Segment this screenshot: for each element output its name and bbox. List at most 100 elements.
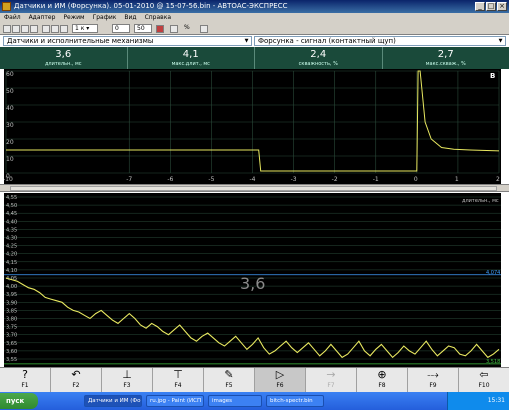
y-tick-label: 4,25 (6, 244, 17, 250)
fkey-label: F5 (225, 382, 233, 389)
chart-icon[interactable] (170, 25, 178, 33)
title-bar: Датчики и ИМ (Форсунка). 05-01-2010 @ 15… (0, 0, 509, 13)
readout-max-duration: 4,1 макс.длит., мс (128, 47, 255, 69)
question-icon: ? (22, 368, 28, 381)
readout-panel: 3,6 длительн., мс 4,1 макс.длит., мс 2,4… (0, 47, 509, 69)
fkey-label: F4 (174, 382, 182, 389)
count-field[interactable]: 50 (134, 24, 152, 33)
app-icon (2, 2, 11, 11)
scrollbar-thumb[interactable] (10, 186, 497, 191)
chevron-down-icon[interactable]: ▼ (497, 38, 504, 44)
time-scrollbar[interactable] (0, 184, 509, 192)
task-button[interactable]: bitch-spectr.bin (266, 395, 324, 407)
y-tick-label: 60 (6, 71, 14, 78)
x-tick-label: 1 (455, 176, 459, 183)
category-select[interactable]: Датчики и исполнительные механизмы ▼ (3, 36, 252, 46)
x-tick-label: -1 (373, 176, 379, 183)
x-tick-label: -6 (167, 176, 173, 183)
f2-trace-button[interactable]: ↶ F2 (51, 368, 102, 392)
menu-view[interactable]: Вид (120, 13, 140, 23)
x-tick-label: -3 (291, 176, 297, 183)
y-tick-label: 50 (6, 88, 14, 95)
settings-icon[interactable] (200, 25, 208, 33)
close-button[interactable]: × (497, 2, 507, 11)
fkey-label: F2 (72, 382, 80, 389)
y-tick-label: 30 (6, 122, 14, 129)
x-tick-label: 2 (496, 176, 500, 183)
print-icon[interactable] (30, 25, 38, 33)
new-icon[interactable] (3, 25, 11, 33)
f1-help-button[interactable]: ? F1 (0, 368, 51, 392)
x-tick-label: -4 (250, 176, 256, 183)
open-icon[interactable] (12, 25, 20, 33)
f4-axis-y-button[interactable]: ⊤ F4 (153, 368, 204, 392)
menu-graph[interactable]: График (89, 13, 121, 23)
task-button[interactable]: ru.jpg - Paint (ИСП а... (146, 395, 204, 407)
signal-select[interactable]: Форсунка - сигнал (контактный щуп) ▼ (254, 36, 506, 46)
cursor-value-lower: 3,518 (486, 359, 500, 365)
y-tick-label: 3,65 (6, 341, 17, 347)
axis-y-icon: ⊤ (173, 368, 183, 381)
f6-play-button[interactable]: ▷ F6 (255, 368, 306, 392)
selector-bar: Датчики и исполнительные механизмы ▼ Фор… (0, 35, 509, 47)
y-tick-label: 4,40 (6, 219, 17, 225)
y-tick-label: 3,55 (6, 357, 17, 363)
oscillogram-svg: 6050403020100-10-7-6-5-4-3-2-1012В (3, 70, 500, 183)
record-icon[interactable] (42, 25, 50, 33)
readout-value: 3,6 (55, 49, 72, 60)
task-button[interactable]: images (208, 395, 262, 407)
cancel-icon[interactable] (156, 25, 164, 33)
oscillogram-chart[interactable]: 6050403020100-10-7-6-5-4-3-2-1012В (3, 69, 501, 184)
readout-label: скважность, % (298, 61, 338, 67)
readout-duty: 2,4 скважность, % (255, 47, 383, 69)
readout-value: 2,7 (437, 49, 454, 60)
minimize-button[interactable]: _ (475, 2, 485, 11)
f10-exit-button[interactable]: ⇦ F10 (459, 368, 509, 392)
menu-file[interactable]: Файл (0, 13, 25, 23)
f8-target-button[interactable]: ⊕ F8 (357, 368, 408, 392)
crosshair-icon: ⊕ (377, 368, 387, 381)
menu-help[interactable]: Справка (141, 13, 175, 23)
start-button[interactable]: пуск (0, 393, 38, 409)
menu-mode[interactable]: Режим (59, 13, 88, 23)
maximize-button[interactable]: □ (486, 2, 496, 11)
percent-label: % (184, 24, 190, 31)
save-icon[interactable] (21, 25, 29, 33)
window-buttons: _ □ × (475, 2, 507, 11)
y-tick-label: 20 (6, 139, 14, 146)
x-tick-label: -5 (208, 176, 214, 183)
duration-svg: 4,55 4,50 4,45 4,40 4,35 4,30 4,25 4,20 4,15 4,10… (4, 195, 501, 365)
pause-icon[interactable] (60, 25, 68, 33)
play-icon: ▷ (275, 368, 285, 381)
readout-label: макс.скваж., % (425, 61, 466, 67)
zoom-field[interactable]: 0 (112, 24, 130, 33)
readout-label: макс.длит., мс (171, 61, 210, 67)
menu-bar: Файл Адаптер Режим График Вид Справка (0, 13, 509, 23)
f3-axis-x-button[interactable]: ⊥ F3 (102, 368, 153, 392)
axis-x-icon: ⊥ (122, 368, 132, 381)
y-tick-label: 4,00 (6, 284, 17, 290)
y-tick-label: 10 (6, 156, 14, 163)
y-tick-label: 4,35 (6, 227, 17, 233)
taskbar: пуск Датчики и ИМ (Фор... ru.jpg - Paint… (0, 392, 509, 410)
menu-adapter[interactable]: Адаптер (25, 13, 60, 23)
f9-probe-button[interactable]: ⤏ F9 (408, 368, 459, 392)
f5-draw-button[interactable]: ✎ F5 (204, 368, 255, 392)
y-tick-label: 3,85 (6, 308, 17, 314)
chevron-down-icon[interactable]: ▼ (243, 38, 250, 44)
zoom-select[interactable]: 1 к ▾ (72, 24, 98, 33)
trace-icon: ↶ (71, 368, 81, 381)
probe-icon: ⤏ (427, 368, 439, 381)
f7-next-button[interactable]: → F7 (306, 368, 357, 392)
current-duration-label: 3,6 (240, 274, 265, 293)
readout-value: 2,4 (310, 49, 327, 60)
fkey-label: F1 (21, 382, 29, 389)
duration-chart[interactable]: 4,55 4,50 4,45 4,40 4,35 4,30 4,25 4,20 4,15 4,10… (4, 193, 501, 367)
chart-corner-label: длительн., мс (462, 198, 499, 204)
y-tick-label: 3,70 (6, 333, 17, 339)
task-button[interactable]: Датчики и ИМ (Фор... (84, 395, 142, 407)
y-tick-label: 3,60 (6, 349, 17, 355)
y-tick-label: 4,10 (6, 268, 17, 274)
stop-icon[interactable] (51, 25, 59, 33)
x-tick-label: -10 (4, 176, 13, 183)
